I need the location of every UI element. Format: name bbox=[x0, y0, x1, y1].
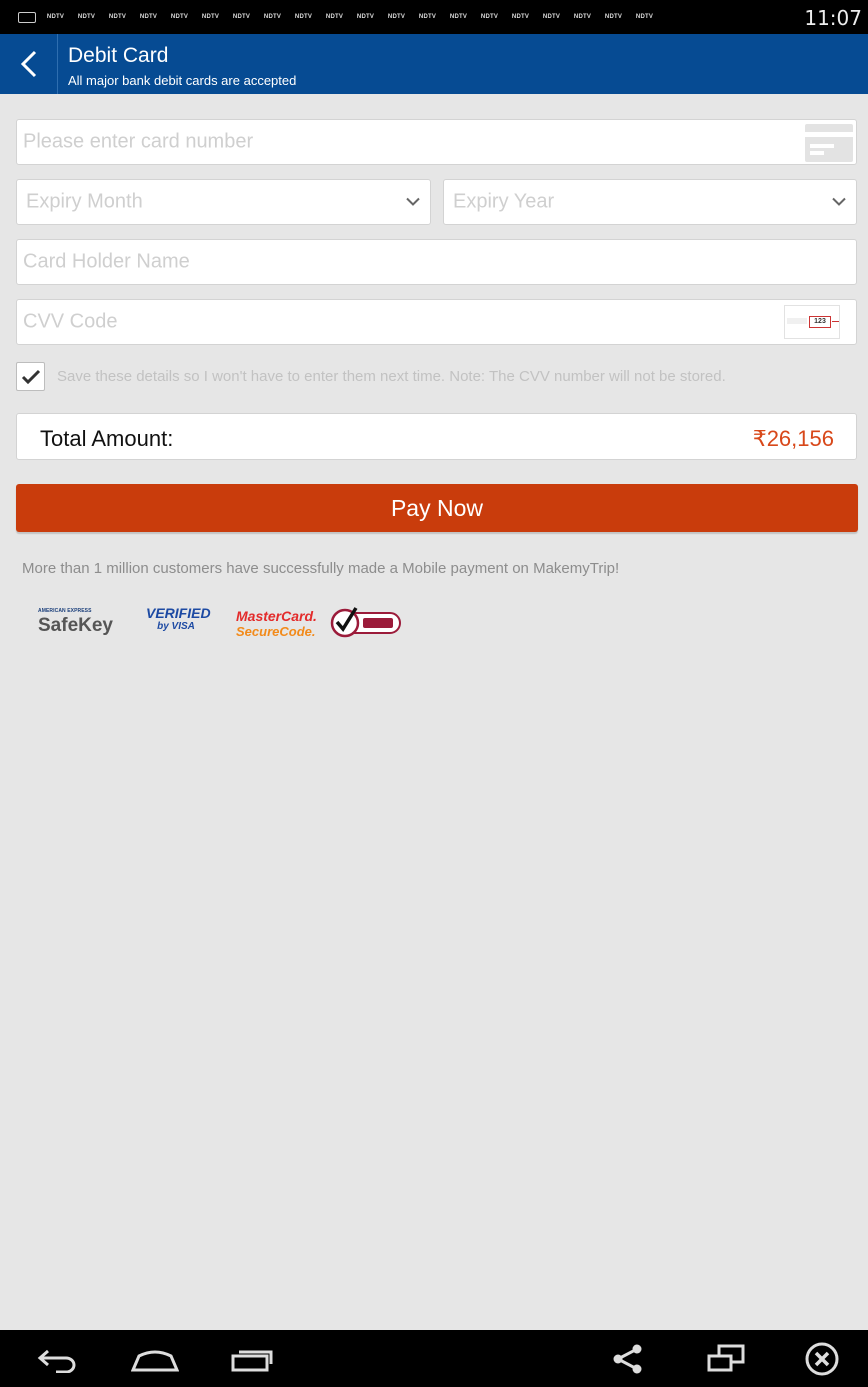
back-button[interactable] bbox=[0, 34, 58, 94]
notification-icon: NDTV bbox=[635, 14, 654, 20]
amex-safekey-logo: AMERICAN EXPRESS SafeKey bbox=[38, 608, 113, 636]
close-circle-icon bbox=[805, 1342, 839, 1376]
share-icon bbox=[613, 1344, 642, 1374]
back-arrow-icon bbox=[37, 1349, 76, 1373]
notification-icon: NDTV bbox=[604, 14, 623, 20]
cvv-card-icon: 123 bbox=[784, 305, 840, 339]
checkmark-icon bbox=[21, 369, 40, 384]
notification-icon: NDTV bbox=[449, 14, 468, 20]
page-title: Debit Card bbox=[68, 44, 169, 67]
status-bar: NDTV NDTV NDTV NDTV NDTV NDTV NDTV NDTV NDTV NDTV… bbox=[0, 0, 868, 34]
save-details-checkbox[interactable] bbox=[16, 362, 45, 391]
payment-info-text: More than 1 million customers have succe… bbox=[22, 560, 620, 577]
notification-icon: NDTV bbox=[573, 14, 592, 20]
notification-icon: NDTV bbox=[387, 14, 406, 20]
notification-icon: NDTV bbox=[542, 14, 561, 20]
close-app-button[interactable] bbox=[798, 1342, 846, 1376]
system-nav-bar bbox=[0, 1330, 868, 1387]
notification-icon: NDTV bbox=[139, 14, 158, 20]
nav-home-button[interactable] bbox=[131, 1342, 179, 1376]
card-holder-placeholder: Card Holder Name bbox=[23, 250, 190, 273]
nav-back-button[interactable] bbox=[34, 1342, 82, 1376]
chevron-down-icon bbox=[406, 197, 420, 206]
app-bar: Debit Card All major bank debit cards ar… bbox=[0, 34, 868, 94]
notification-icon: NDTV bbox=[356, 14, 375, 20]
home-icon bbox=[131, 1350, 179, 1372]
page-subtitle: All major bank debit cards are accepted bbox=[68, 73, 297, 88]
screen-mode-button[interactable] bbox=[702, 1342, 750, 1376]
notification-icon: NDTV bbox=[263, 14, 282, 20]
notification-icon: NDTV bbox=[418, 14, 437, 20]
nav-recents-button[interactable] bbox=[229, 1342, 277, 1376]
recent-apps-icon bbox=[231, 1350, 273, 1372]
card-number-field[interactable]: Please enter card number bbox=[16, 119, 857, 165]
total-amount-label: Total Amount: bbox=[40, 426, 174, 451]
security-logos: AMERICAN EXPRESS SafeKey VERIFIED by VIS… bbox=[36, 600, 416, 642]
cvv-placeholder: CVV Code bbox=[23, 310, 118, 333]
notification-icon: NDTV bbox=[232, 14, 251, 20]
pay-now-button[interactable]: Pay Now bbox=[16, 484, 858, 532]
cvv-field[interactable]: CVV Code 123 bbox=[16, 299, 857, 345]
notification-icon: NDTV bbox=[108, 14, 127, 20]
save-details-row: Save these details so I won't have to en… bbox=[16, 362, 856, 392]
window-resize-icon bbox=[707, 1344, 745, 1372]
status-time: 11:07 bbox=[804, 6, 862, 30]
notification-icon: NDTV bbox=[294, 14, 313, 20]
notification-icon: NDTV bbox=[77, 14, 96, 20]
notification-icon: NDTV bbox=[46, 14, 65, 20]
notification-icon: NDTV bbox=[170, 14, 189, 20]
cvv-sample: 123 bbox=[809, 316, 831, 328]
notification-icons: NDTV NDTV NDTV NDTV NDTV NDTV NDTV NDTV NDTV NDTV… bbox=[0, 11, 656, 23]
share-button[interactable] bbox=[604, 1342, 652, 1376]
expiry-year-select[interactable]: Expiry Year bbox=[443, 179, 857, 225]
expiry-month-select[interactable]: Expiry Month bbox=[16, 179, 431, 225]
notification-icon: NDTV bbox=[201, 14, 220, 20]
card-holder-field[interactable]: Card Holder Name bbox=[16, 239, 857, 285]
tv-icon bbox=[18, 11, 36, 23]
expiry-year-placeholder: Expiry Year bbox=[453, 190, 555, 213]
chevron-down-icon bbox=[832, 197, 846, 206]
notification-icon: NDTV bbox=[325, 14, 344, 20]
credit-card-icon bbox=[805, 124, 853, 162]
chevron-left-icon bbox=[20, 50, 36, 78]
verisign-logo bbox=[330, 607, 401, 638]
total-amount-box: Total Amount: ₹26,156 bbox=[16, 413, 857, 460]
verified-by-visa-logo: VERIFIED by VISA bbox=[146, 605, 211, 632]
total-amount-value: ₹26,156 bbox=[752, 426, 834, 451]
save-details-label: Save these details so I won't have to en… bbox=[57, 368, 726, 385]
expiry-month-placeholder: Expiry Month bbox=[26, 190, 143, 213]
card-number-placeholder: Please enter card number bbox=[23, 130, 254, 153]
mastercard-securecode-logo: MasterCard. SecureCode. bbox=[236, 608, 317, 639]
notification-icon: NDTV bbox=[511, 14, 530, 20]
notification-icon: NDTV bbox=[480, 14, 499, 20]
